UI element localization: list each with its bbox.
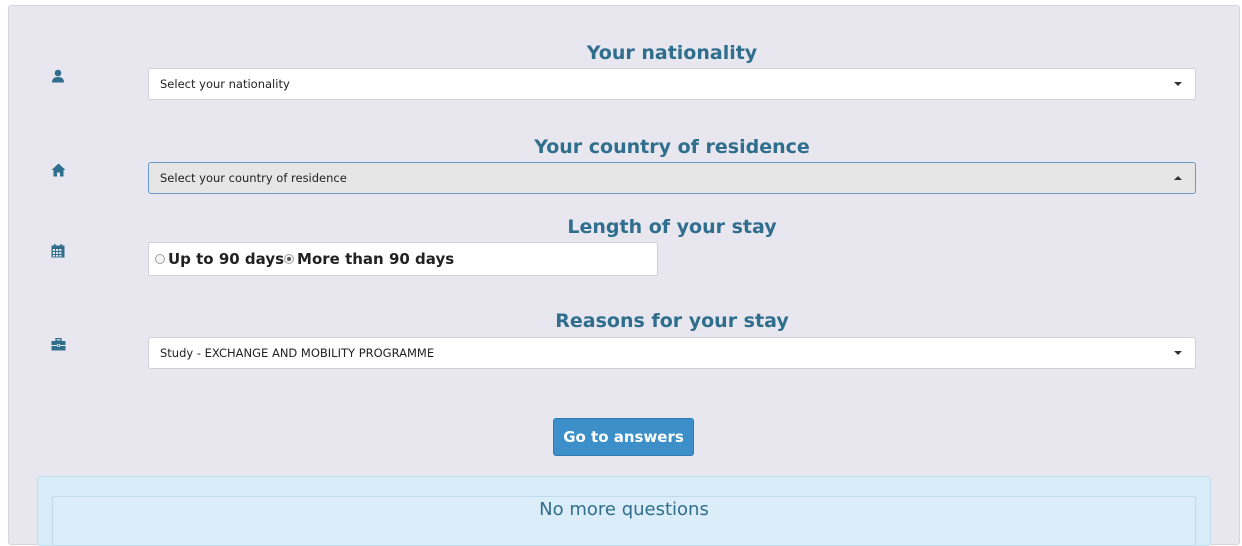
residence-select-value: Select your country of residence — [160, 171, 347, 185]
residence-title: Your country of residence — [534, 136, 810, 158]
reasons-title: Reasons for your stay — [555, 310, 789, 332]
chevron-down-icon — [1174, 82, 1182, 86]
briefcase-icon — [50, 336, 66, 352]
chevron-up-icon — [1174, 176, 1182, 180]
no-more-questions-message: No more questions — [539, 499, 709, 520]
stay-option-up-to-90[interactable]: Up to 90 days — [155, 250, 284, 268]
home-icon — [50, 162, 66, 178]
stay-option-more-than-90[interactable]: More than 90 days — [284, 250, 454, 268]
nationality-select[interactable]: Select your nationality — [148, 68, 1196, 100]
stay-length-title: Length of your stay — [567, 216, 777, 238]
stay-length-radio-group: Up to 90 days More than 90 days — [148, 242, 658, 276]
radio-more-than-90[interactable] — [284, 254, 295, 264]
radio-up-to-90[interactable] — [155, 254, 165, 264]
residence-select[interactable]: Select your country of residence — [148, 162, 1196, 194]
nationality-title: Your nationality — [586, 42, 758, 64]
nationality-select-value: Select your nationality — [160, 77, 290, 91]
user-icon — [50, 68, 66, 84]
stay-option-label: More than 90 days — [297, 250, 455, 268]
go-to-answers-button[interactable]: Go to answers — [553, 418, 694, 456]
calendar-icon — [50, 243, 66, 259]
chevron-down-icon — [1174, 351, 1182, 355]
stay-option-label: Up to 90 days — [168, 250, 285, 268]
reasons-select-value: Study - EXCHANGE AND MOBILITY PROGRAMME — [160, 346, 435, 360]
reasons-select[interactable]: Study - EXCHANGE AND MOBILITY PROGRAMME — [148, 337, 1196, 369]
